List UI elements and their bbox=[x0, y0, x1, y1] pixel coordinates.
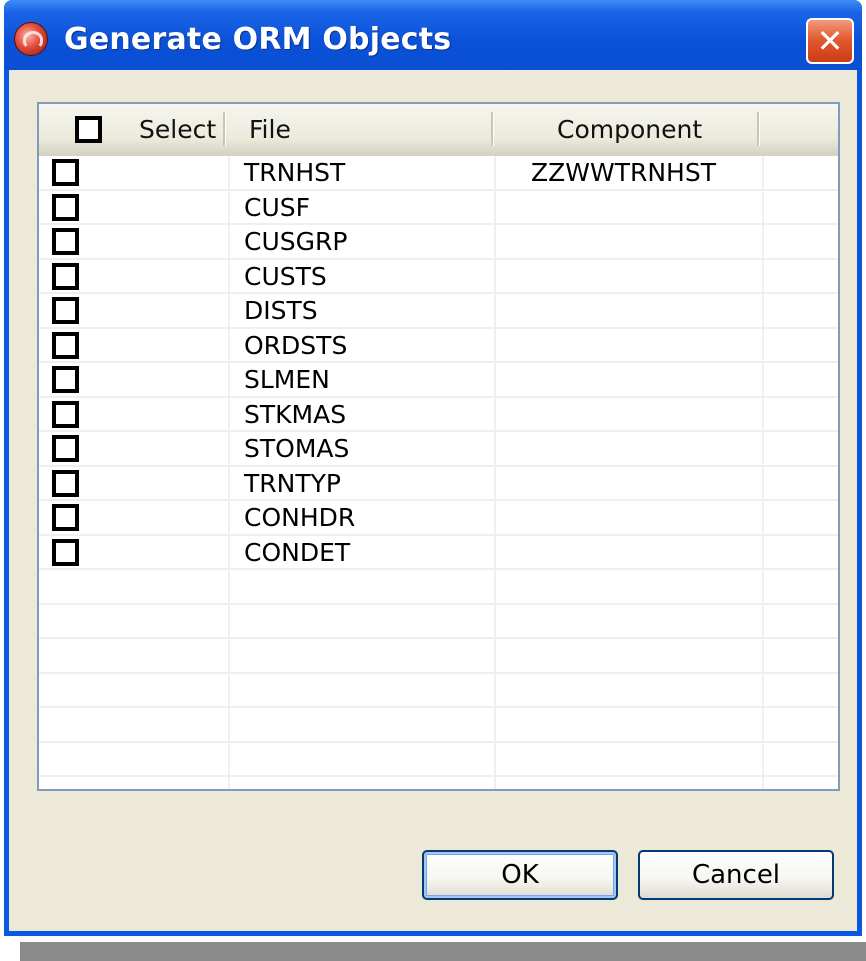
table-row[interactable]: TRNHST ZZWWTRNHST bbox=[39, 156, 838, 191]
row-checkbox[interactable] bbox=[52, 538, 79, 566]
row-checkbox-cell bbox=[52, 191, 79, 224]
row-checkbox-cell bbox=[52, 329, 79, 362]
row-checkbox-cell bbox=[52, 225, 79, 258]
row-checkbox[interactable] bbox=[52, 400, 79, 428]
table-row[interactable]: ORDSTS bbox=[39, 329, 838, 363]
empty-row bbox=[39, 570, 838, 605]
row-checkbox[interactable] bbox=[52, 193, 79, 221]
row-checkbox[interactable] bbox=[52, 504, 79, 531]
row-checkbox-cell bbox=[52, 536, 79, 569]
table-row[interactable]: CUSTS bbox=[39, 260, 838, 294]
row-checkbox[interactable] bbox=[52, 159, 79, 186]
empty-row bbox=[39, 639, 838, 674]
empty-row bbox=[39, 708, 838, 743]
column-separator[interactable] bbox=[223, 112, 226, 146]
table-row[interactable]: STKMAS bbox=[39, 398, 838, 432]
table-row[interactable]: TRNTYP bbox=[39, 467, 838, 501]
row-checkbox-cell bbox=[52, 398, 79, 431]
row-checkbox[interactable] bbox=[52, 366, 79, 393]
background-strip bbox=[20, 942, 866, 961]
row-checkbox-cell bbox=[52, 467, 79, 500]
row-checkbox[interactable] bbox=[52, 262, 79, 290]
close-icon: ✕ bbox=[816, 22, 844, 60]
file-cell: CUSGRP bbox=[244, 227, 348, 256]
select-all-checkbox[interactable] bbox=[75, 115, 102, 143]
row-checkbox-cell bbox=[52, 432, 79, 465]
table-row[interactable]: CONDET bbox=[39, 536, 838, 570]
table-row[interactable]: SLMEN bbox=[39, 363, 838, 398]
column-separator[interactable] bbox=[491, 112, 494, 146]
app-icon bbox=[14, 22, 48, 56]
row-checkbox-cell bbox=[52, 260, 79, 293]
file-cell: CONHDR bbox=[244, 503, 356, 532]
select-all-checkbox-cell bbox=[75, 104, 102, 154]
dialog-window: Generate ORM Objects ✕ Select File Compo… bbox=[4, 0, 862, 936]
row-checkbox[interactable] bbox=[52, 435, 79, 462]
file-cell: TRNTYP bbox=[244, 468, 341, 498]
file-cell: STKMAS bbox=[244, 399, 347, 429]
empty-row bbox=[39, 674, 838, 708]
file-cell: CUSF bbox=[244, 192, 311, 222]
row-checkbox-cell bbox=[52, 294, 79, 327]
empty-row bbox=[39, 743, 838, 777]
component-cell[interactable]: ZZWWTRNHST bbox=[531, 156, 716, 189]
files-table: Select File Component TRNHST ZZWWTRNHST CU… bbox=[37, 102, 840, 791]
column-header-file[interactable]: File bbox=[249, 104, 291, 154]
row-checkbox[interactable] bbox=[52, 228, 79, 255]
file-cell: SLMEN bbox=[244, 365, 330, 394]
empty-row bbox=[39, 605, 838, 639]
title-bar[interactable]: Generate ORM Objects ✕ bbox=[4, 0, 862, 70]
row-checkbox[interactable] bbox=[52, 469, 79, 497]
file-cell: DISTS bbox=[244, 296, 318, 325]
table-row[interactable]: CUSF bbox=[39, 191, 838, 225]
row-checkbox-cell bbox=[52, 501, 79, 534]
cancel-button[interactable]: Cancel bbox=[638, 850, 834, 900]
dialog-body: Select File Component TRNHST ZZWWTRNHST CU… bbox=[9, 70, 857, 931]
column-separator[interactable] bbox=[757, 112, 760, 146]
ok-button[interactable]: OK bbox=[422, 850, 618, 900]
row-checkbox[interactable] bbox=[52, 297, 79, 324]
row-checkbox-cell bbox=[52, 363, 79, 396]
table-row[interactable]: STOMAS bbox=[39, 432, 838, 467]
table-row[interactable]: CUSGRP bbox=[39, 225, 838, 260]
file-cell: TRNHST bbox=[244, 158, 346, 187]
column-header-component[interactable]: Component bbox=[557, 104, 702, 154]
table-row[interactable]: DISTS bbox=[39, 294, 838, 329]
close-button[interactable]: ✕ bbox=[806, 18, 854, 64]
file-cell: STOMAS bbox=[244, 434, 350, 463]
column-header-select[interactable]: Select bbox=[139, 104, 216, 154]
file-cell: CUSTS bbox=[244, 261, 327, 291]
row-checkbox[interactable] bbox=[52, 331, 79, 359]
table-row[interactable]: CONHDR bbox=[39, 501, 838, 536]
file-cell: ORDSTS bbox=[244, 330, 348, 360]
window-title: Generate ORM Objects bbox=[64, 22, 452, 57]
table-header: Select File Component bbox=[39, 104, 838, 156]
file-cell: CONDET bbox=[244, 537, 351, 567]
row-checkbox-cell bbox=[52, 156, 79, 189]
